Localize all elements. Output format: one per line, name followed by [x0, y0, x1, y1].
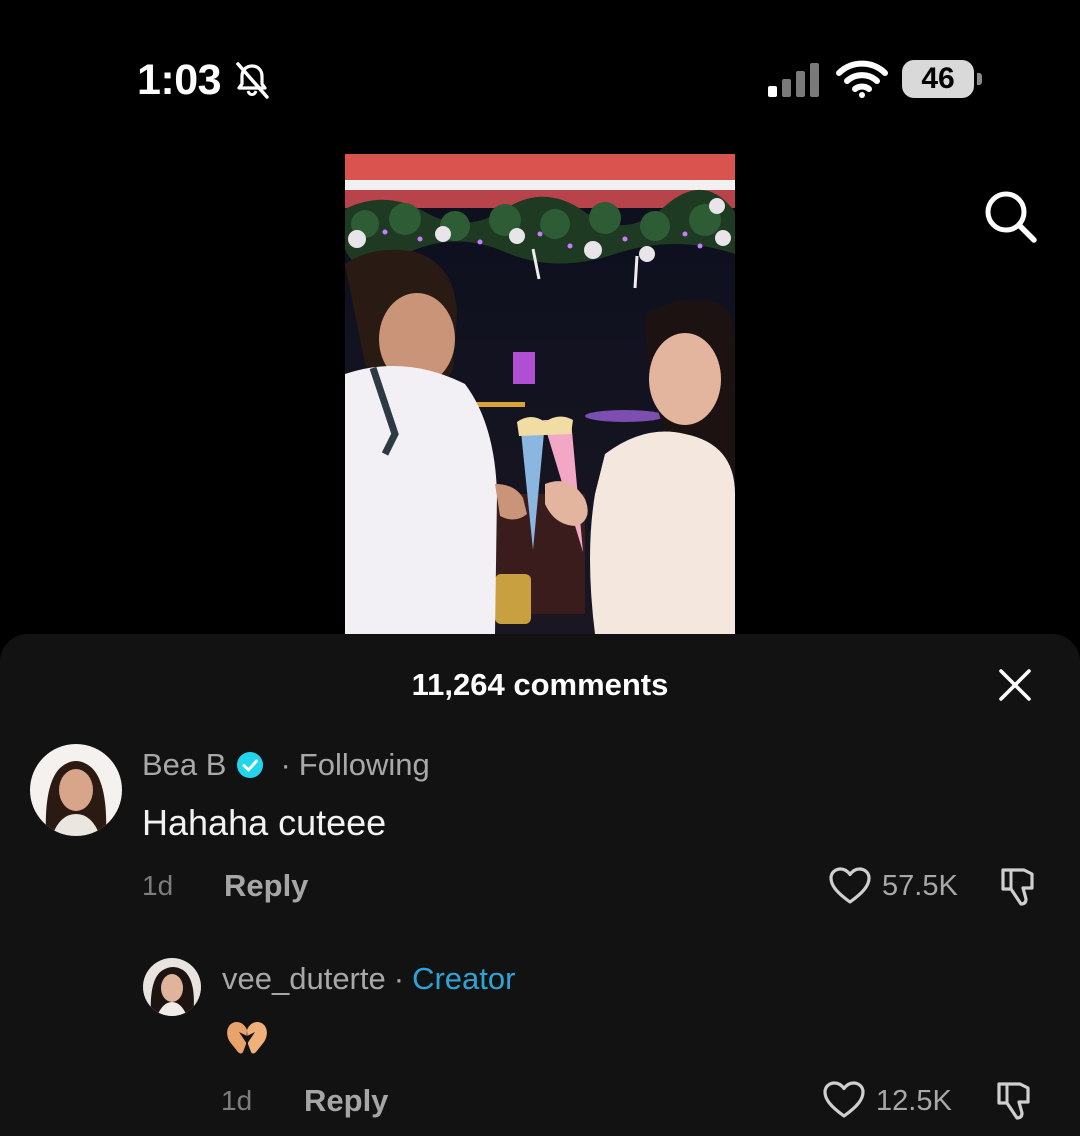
- reply-button[interactable]: Reply: [304, 1083, 388, 1119]
- battery-icon: [977, 73, 982, 85]
- bell-slash-icon: [236, 62, 269, 99]
- following-label: Following: [298, 747, 430, 782]
- dislike-icon[interactable]: [992, 1078, 1036, 1122]
- reply-button[interactable]: Reply: [224, 868, 308, 904]
- heart-hands-emoji: [227, 1022, 267, 1054]
- dislike-icon[interactable]: [996, 864, 1040, 908]
- battery-level: 46: [902, 60, 974, 98]
- heart-icon[interactable]: [828, 866, 872, 906]
- separator-dot: ·: [393, 961, 405, 996]
- creator-badge: Creator: [412, 961, 516, 996]
- search-icon[interactable]: [980, 186, 1040, 246]
- video-player[interactable]: [345, 154, 735, 634]
- comments-count-title: 11,264 comments: [411, 667, 669, 702]
- separator-dot: ·: [280, 747, 291, 782]
- status-time: 1:03: [137, 56, 222, 104]
- like-count: 12.5K: [876, 1085, 952, 1117]
- like-count: 57.5K: [882, 870, 958, 902]
- comment-meta: Bea B · Following: [142, 747, 430, 783]
- comment-username[interactable]: Bea B: [142, 747, 226, 783]
- comment-meta: vee_duterte · Creator: [222, 961, 515, 997]
- avatar[interactable]: [143, 958, 201, 1016]
- heart-icon[interactable]: [822, 1080, 866, 1120]
- battery-indicator: 46: [902, 60, 982, 100]
- comment-text: Hahaha cuteee: [142, 802, 387, 843]
- avatar[interactable]: [30, 744, 122, 836]
- verified-badge-icon: [237, 752, 264, 778]
- wifi-icon: [836, 60, 888, 98]
- comment-age: 1d: [221, 1085, 253, 1116]
- cellular-signal-icon: [768, 63, 819, 97]
- close-icon[interactable]: [996, 666, 1034, 704]
- comment-username[interactable]: vee_duterte: [222, 961, 386, 997]
- comment-age: 1d: [142, 870, 174, 901]
